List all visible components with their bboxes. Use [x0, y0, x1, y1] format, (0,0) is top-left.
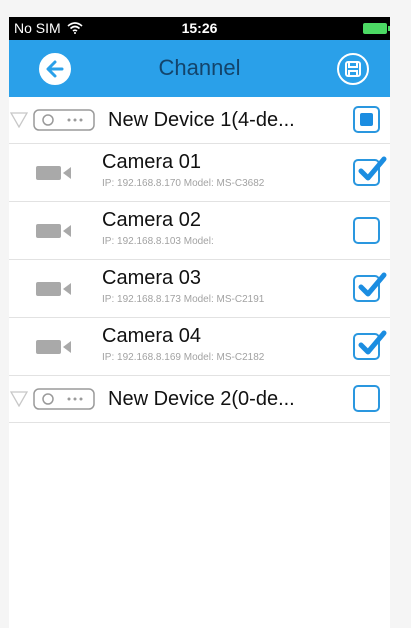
- status-bar: No SIM 15:26: [9, 17, 390, 40]
- camera-row[interactable]: Camera 04 IP: 192.168.8.169 Model: MS-C2…: [9, 318, 390, 376]
- camera-info: IP: 192.168.8.103 Model:: [102, 236, 214, 247]
- camera-info: IP: 192.168.8.173 Model: MS-C2191: [102, 294, 265, 305]
- camera-icon: [36, 166, 71, 180]
- device-checkbox-unchecked[interactable]: [353, 385, 380, 412]
- camera-info: IP: 192.168.8.170 Model: MS-C3682: [102, 178, 265, 189]
- device-row[interactable]: New Device 1(4-de...: [9, 97, 390, 144]
- camera-name: Camera 02: [102, 209, 201, 231]
- app-screen: No SIM 15:26 Channel New Device 1(4-de..…: [9, 17, 390, 628]
- device-label: New Device 1(4-de...: [108, 109, 295, 131]
- camera-row[interactable]: Camera 02 IP: 192.168.8.103 Model:: [9, 202, 390, 260]
- device-label: New Device 2(0-de...: [108, 388, 295, 410]
- camera-row[interactable]: Camera 01 IP: 192.168.8.170 Model: MS-C3…: [9, 144, 390, 202]
- nav-bar: Channel: [9, 40, 390, 97]
- camera-checkbox-unchecked[interactable]: [353, 217, 380, 244]
- checkmark-icon: [358, 156, 387, 181]
- camera-icon: [36, 340, 71, 354]
- dvr-device-icon: [33, 388, 95, 410]
- partial-fill: [360, 113, 373, 126]
- expand-triangle-icon[interactable]: [10, 112, 28, 128]
- camera-row[interactable]: Camera 03 IP: 192.168.8.173 Model: MS-C2…: [9, 260, 390, 318]
- camera-name: Camera 04: [102, 325, 201, 347]
- save-button[interactable]: [337, 53, 369, 85]
- checkmark-icon: [358, 272, 387, 297]
- device-checkbox-partial[interactable]: [353, 106, 380, 133]
- camera-icon: [36, 224, 71, 238]
- save-icon: [345, 61, 361, 77]
- expand-triangle-icon[interactable]: [10, 391, 28, 407]
- dvr-device-icon: [33, 109, 95, 131]
- checkmark-icon: [358, 330, 387, 355]
- camera-checkbox-checked[interactable]: [353, 272, 387, 302]
- camera-checkbox-checked[interactable]: [353, 156, 387, 186]
- page-title: Channel: [158, 55, 241, 80]
- channel-list: New Device 1(4-de... Camera 01 IP: 192.1…: [9, 97, 390, 423]
- device-row[interactable]: New Device 2(0-de...: [9, 376, 390, 423]
- camera-name: Camera 01: [102, 151, 201, 173]
- camera-checkbox-checked[interactable]: [353, 330, 387, 360]
- status-time: 15:26: [181, 20, 218, 36]
- camera-info: IP: 192.168.8.169 Model: MS-C2182: [102, 352, 265, 363]
- camera-icon: [36, 282, 71, 296]
- battery-icon: [363, 23, 390, 34]
- camera-name: Camera 03: [102, 267, 201, 289]
